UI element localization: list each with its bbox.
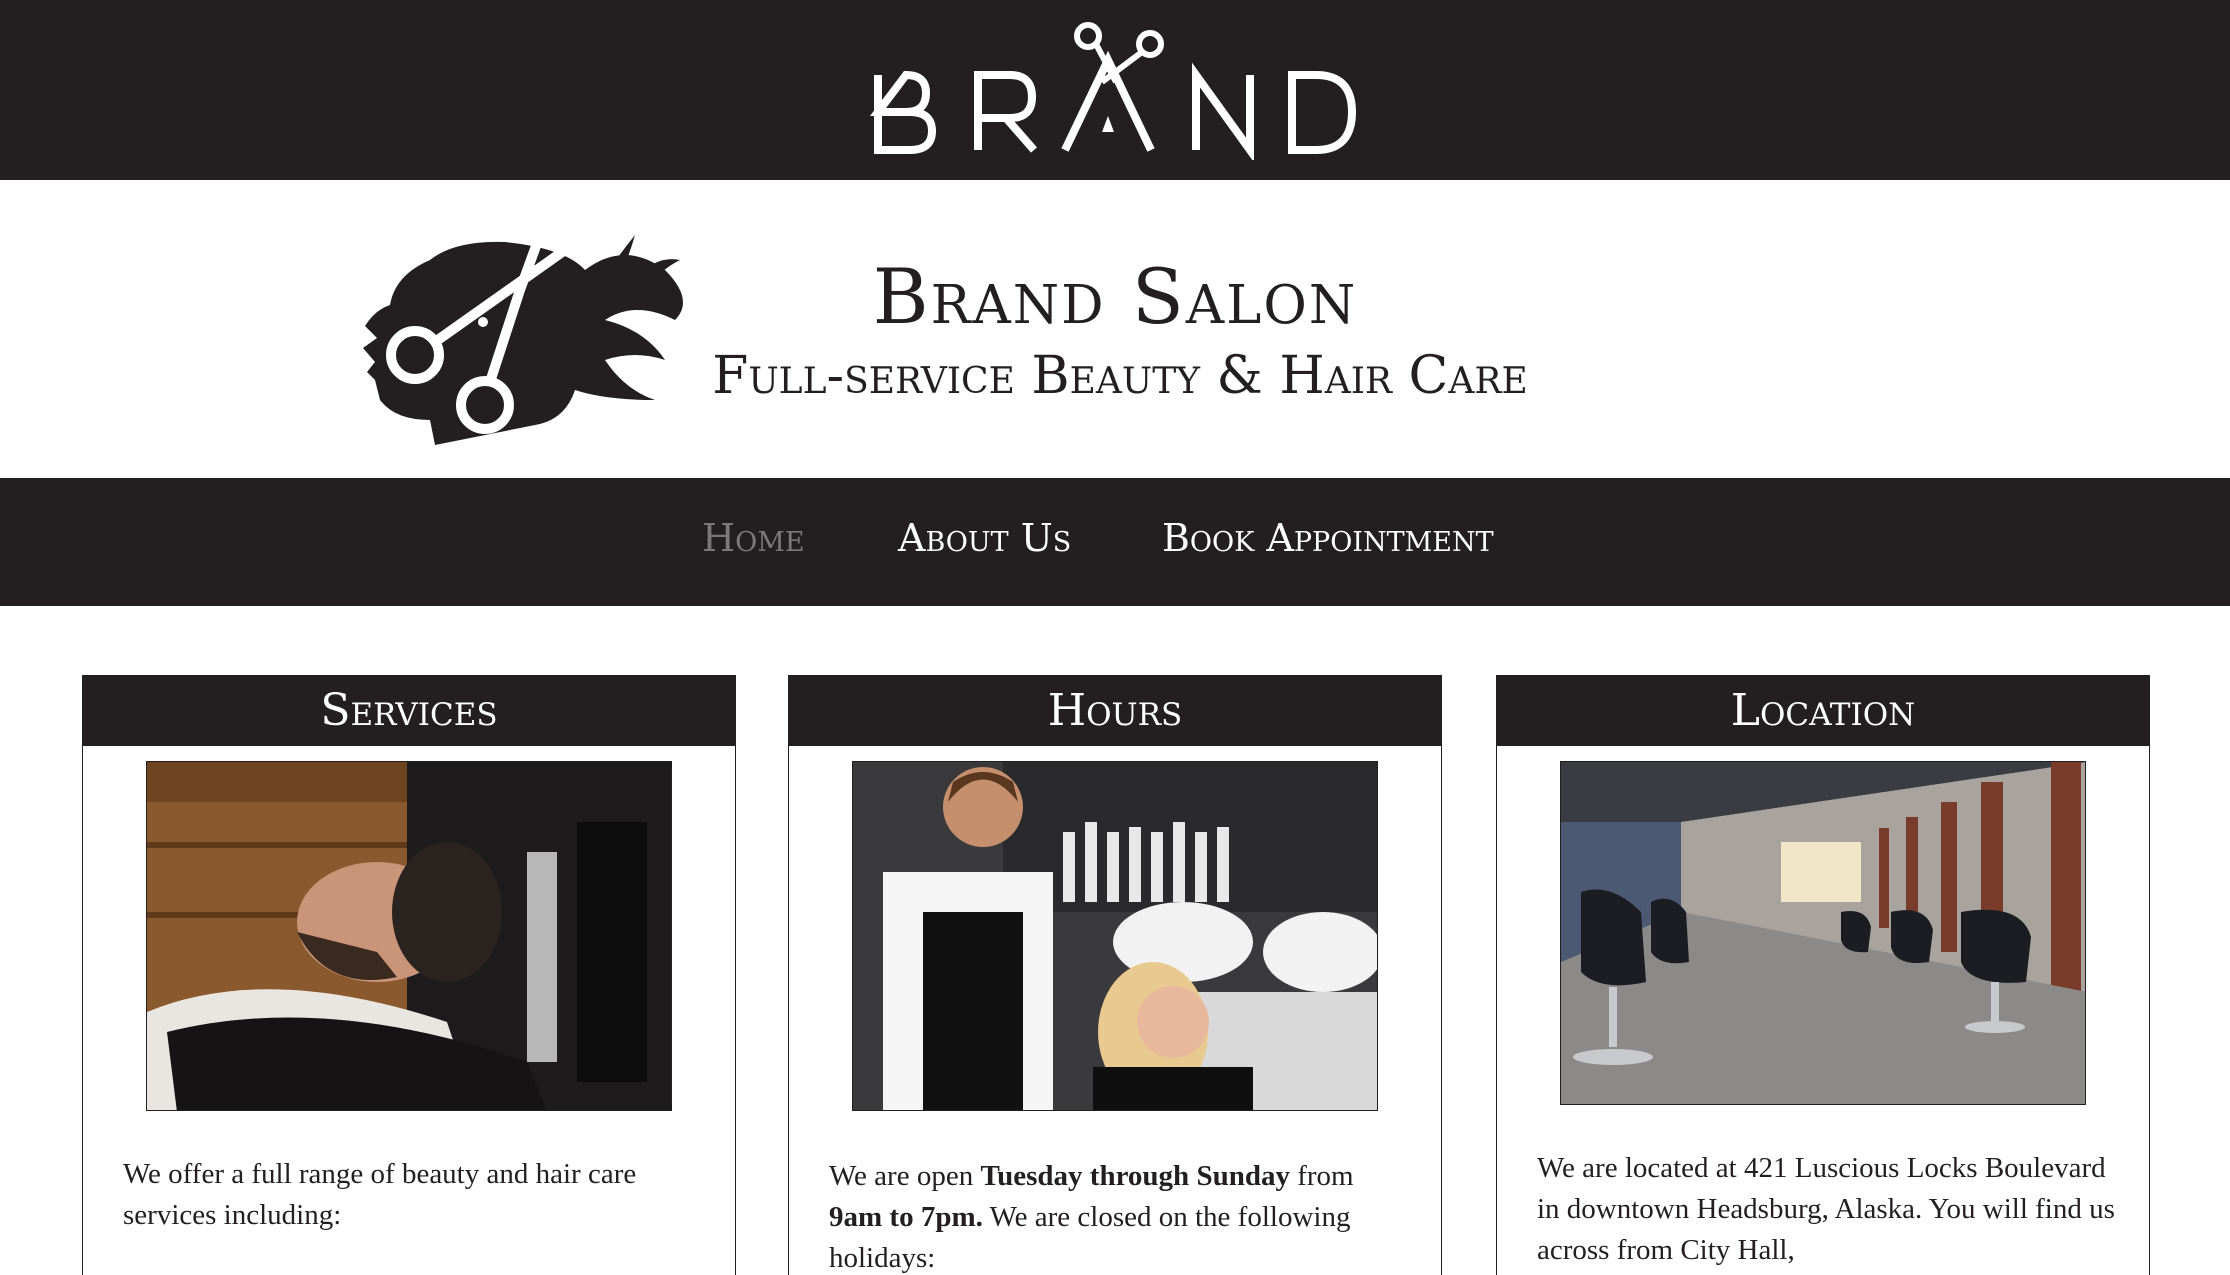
- hours-text-part: from: [1289, 1160, 1354, 1192]
- scissors-icon: [1074, 22, 1164, 85]
- services-description: We offer a full range of beauty and hair…: [123, 1158, 637, 1231]
- nav-link-home[interactable]: Home: [702, 516, 805, 564]
- brand-logo-dot: [1102, 116, 1114, 132]
- salon-name: Brand Salon: [872, 252, 1358, 341]
- hours-time: 9am to 7pm.: [829, 1201, 983, 1233]
- masthead: Brand Salon Full-service Beauty & Hair C…: [0, 180, 2230, 478]
- location-heading: Location: [1497, 676, 2149, 746]
- hours-card: Hours We are open Tuesday through Sunday…: [788, 675, 1442, 1275]
- hours-text-part: We are open: [829, 1160, 981, 1192]
- salon-tagline: Full-service Beauty & Hair Care: [712, 346, 1528, 406]
- services-card: Services We offer a full range of beauty…: [82, 675, 736, 1275]
- location-card: Location We are located at 421 Luscious …: [1496, 675, 2150, 1275]
- hours-description: We are open Tuesday through Sunday from …: [829, 1156, 1409, 1275]
- location-photo: [1560, 761, 2086, 1105]
- nav-link-about-us[interactable]: About Us: [898, 516, 1071, 564]
- brand-logo[interactable]: [870, 20, 1360, 160]
- services-heading: Services: [83, 676, 735, 746]
- services-photo-illustration: [147, 762, 671, 1110]
- top-header-bar: [0, 0, 2230, 180]
- nav-link-book-appointment[interactable]: Book Appointment: [1162, 516, 1494, 564]
- hours-photo: [852, 761, 1378, 1111]
- main-navigation: Home About Us Book Appointment: [0, 478, 2230, 606]
- hours-days: Tuesday through Sunday: [980, 1160, 1290, 1192]
- location-description: We are located at 421 Luscious Locks Bou…: [1537, 1148, 2117, 1271]
- hours-heading: Hours: [789, 676, 1441, 746]
- location-photo-illustration: [1561, 762, 2085, 1104]
- hours-photo-illustration: [853, 762, 1377, 1110]
- services-photo: [146, 761, 672, 1111]
